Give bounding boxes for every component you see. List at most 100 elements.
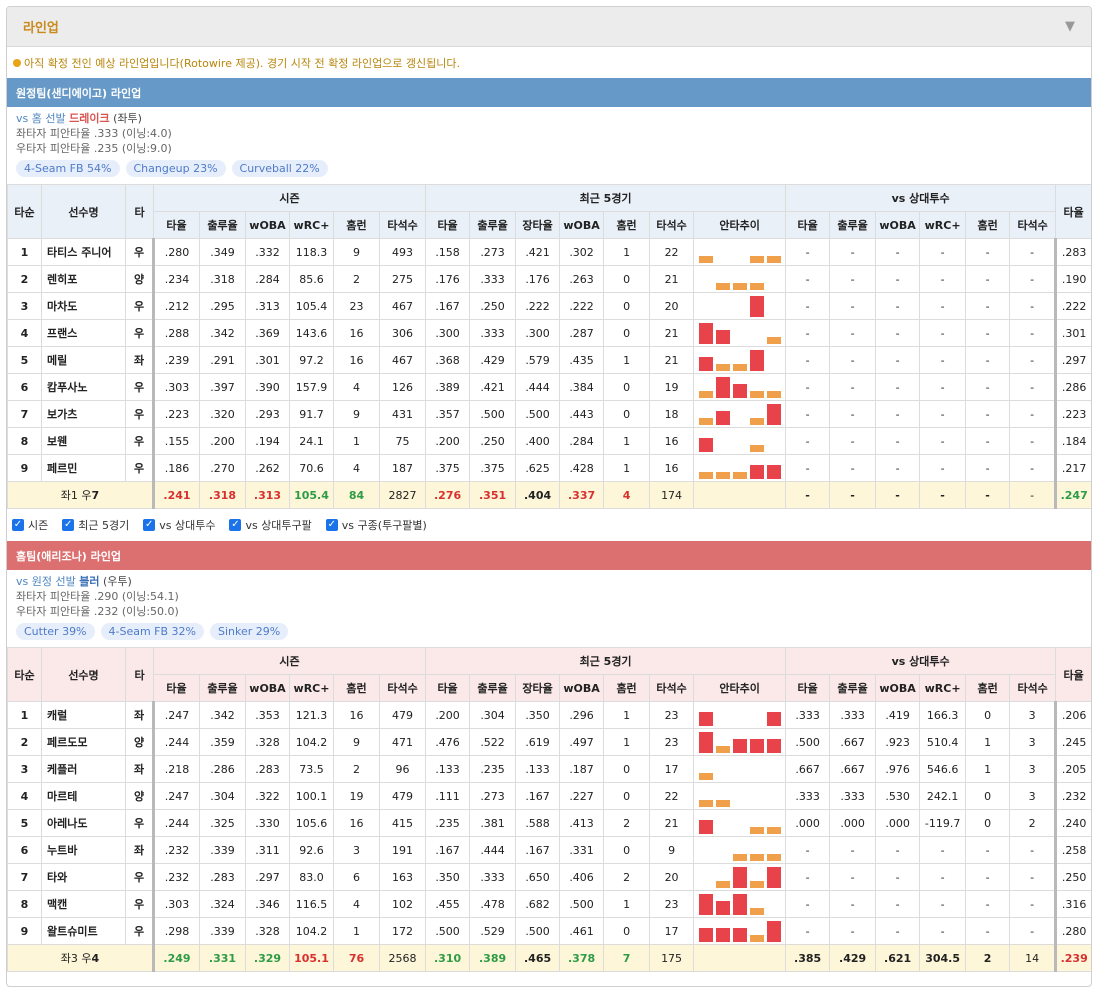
player-name[interactable]: 왈트슈미트: [41, 917, 126, 945]
table-row[interactable]: 6 누트바 좌 .232.339.311 92.6 3 191.167.444.167.33…: [7, 836, 1091, 864]
recent-stat: .158: [425, 238, 471, 266]
away-pitch-tag[interactable]: Curveball 22%: [231, 160, 328, 177]
col-vs-hr: 홈런: [965, 211, 1011, 239]
table-row[interactable]: 7 타와 우 .232.283.297 83.0 6 163.350.333.650.406…: [7, 863, 1091, 891]
filter-checkbox[interactable]: ✓ vs 구종(투구팔별): [325, 517, 427, 533]
season-stat: 91.7: [289, 400, 334, 428]
table-row[interactable]: 2 페르도모 양 .244.359.328 104.2 9 471.476.522.619.…: [7, 728, 1091, 756]
season-stat: .390: [245, 373, 290, 401]
table-row[interactable]: 3 마차도 우 .212.295.313 105.4 23 467.167.250.222.…: [7, 292, 1091, 320]
table-row[interactable]: 4 프랜스 우 .288.342.369 143.6 16 306.300.333.300.…: [7, 319, 1091, 347]
table-row[interactable]: 5 메릴 좌 .239.291.301 97.2 16 467.368.429.579.43…: [7, 346, 1091, 374]
vs-pitcher-stat: -: [965, 863, 1011, 891]
collapse-triangle-icon[interactable]: ▼: [1065, 19, 1075, 34]
home-pitcher-name[interactable]: 블러: [79, 575, 99, 588]
hit-trend-bar: [750, 739, 765, 753]
home-pitch-tag[interactable]: 4-Seam FB 32%: [100, 623, 205, 640]
recent-stat: .273: [469, 238, 517, 266]
hit-trend-bar: [699, 928, 714, 942]
player-name[interactable]: 누트바: [41, 836, 126, 864]
table-row[interactable]: 5 아레나도 우 .244.325.330 105.6 16 415.235.381.588…: [7, 809, 1091, 837]
player-name[interactable]: 페르민: [41, 454, 126, 482]
recent-stat: 1: [603, 427, 651, 455]
checkbox-checked-icon[interactable]: ✓: [62, 519, 75, 531]
col-recent-slg: 장타율: [515, 674, 561, 702]
table-row[interactable]: 8 보웬 우 .155.200.194 24.1 1 75.200.250.400.284 1…: [7, 427, 1091, 455]
player-name[interactable]: 맥캔: [41, 890, 126, 918]
recent-stat: .333: [469, 319, 517, 347]
player-name[interactable]: 타티스 주니어: [41, 238, 126, 266]
recent-stat: .222: [515, 292, 561, 320]
extra-avg: .258: [1054, 836, 1091, 864]
player-name[interactable]: 캐럴: [41, 701, 126, 729]
vs-pitcher-stat: .000: [785, 809, 831, 837]
player-name[interactable]: 마차도: [41, 292, 126, 320]
player-name[interactable]: 프랜스: [41, 319, 126, 347]
home-lhb-stat: 좌타자 피안타율 .290 (이닝:54.1): [16, 590, 179, 603]
season-stat: 431: [378, 400, 427, 428]
vs-pitcher-stat: 3: [1009, 782, 1057, 810]
col-recent-avg: 타율: [425, 674, 471, 702]
hit-trend-bar: [699, 773, 714, 780]
season-stat: .311: [245, 836, 290, 864]
player-name[interactable]: 마르테: [41, 782, 126, 810]
table-row[interactable]: 2 렌히포 양 .234.318.284 85.6 2 275.176.333.176.26…: [7, 265, 1091, 293]
table-row[interactable]: 9 페르민 우 .186.270.262 70.6 4 187.375.375.625.42…: [7, 454, 1091, 482]
player-name[interactable]: 캄푸사노: [41, 373, 126, 401]
table-row[interactable]: 6 캄푸사노 우 .303.397.390 157.9 4 126.389.421.444.…: [7, 373, 1091, 401]
player-name[interactable]: 페르도모: [41, 728, 126, 756]
total-season-stat: 105.1: [289, 944, 334, 972]
filter-checkbox[interactable]: ✓ 시즌: [12, 517, 48, 533]
season-stat: .247: [152, 701, 200, 729]
total-trend-cell: [693, 481, 787, 509]
season-stat: .270: [199, 454, 246, 482]
away-pitch-tag[interactable]: 4-Seam FB 54%: [16, 160, 120, 177]
table-row[interactable]: 7 보가츠 우 .223.320.293 91.7 9 431.357.500.500.44…: [7, 400, 1091, 428]
season-stat: .332: [245, 238, 290, 266]
table-row[interactable]: 8 맥캔 우 .303.324.346 116.5 4 102.455.478.682.50…: [7, 890, 1091, 918]
total-recent-stat: .389: [469, 944, 517, 972]
away-pitcher-name[interactable]: 드레이크: [69, 112, 109, 125]
filter-checkbox[interactable]: ✓ vs 상대투구팔: [229, 517, 312, 533]
season-stat: .291: [199, 346, 246, 374]
recent-stat: .619: [515, 728, 561, 756]
away-pitch-tag[interactable]: Changeup 23%: [125, 160, 226, 177]
table-row[interactable]: 1 캐럴 좌 .247.342.353 121.3 16 479.200.304.350.2…: [7, 701, 1091, 729]
player-name[interactable]: 렌히포: [41, 265, 126, 293]
table-row[interactable]: 3 케플러 좌 .218.286.283 73.5 2 96.133.235.133.187…: [7, 755, 1091, 783]
player-name[interactable]: 케플러: [41, 755, 126, 783]
hit-trend-bar: [750, 908, 765, 915]
checkbox-checked-icon[interactable]: ✓: [229, 519, 242, 531]
lineup-header[interactable]: 라인업 ▼: [7, 7, 1091, 47]
filter-checkbox[interactable]: ✓ vs 상대투수: [143, 517, 215, 533]
home-pitch-tag[interactable]: Cutter 39%: [16, 623, 95, 640]
player-name[interactable]: 보웬: [41, 427, 126, 455]
home-pitch-tag[interactable]: Sinker 29%: [210, 623, 289, 640]
hit-trend-bar: [716, 901, 731, 915]
player-name[interactable]: 아레나도: [41, 809, 126, 837]
batting-order: 4: [7, 319, 42, 347]
player-name[interactable]: 보가츠: [41, 400, 126, 428]
player-name[interactable]: 타와: [41, 863, 126, 891]
extra-avg: .206: [1054, 701, 1091, 729]
filter-checkbox[interactable]: ✓ 최근 5경기: [62, 517, 129, 533]
checkbox-checked-icon[interactable]: ✓: [12, 519, 24, 531]
table-row[interactable]: 1 타티스 주니어 우 .280.349.332 118.3 9 493.158.273.4…: [7, 238, 1091, 266]
vs-pitcher-stat: -: [965, 836, 1011, 864]
hit-trend-cell: [693, 319, 787, 347]
season-stat: .218: [152, 755, 200, 783]
table-row[interactable]: 9 왈트슈미트 우 .298.339.328 104.2 1 172.500.529.500…: [7, 917, 1091, 945]
hit-trend-bar: [767, 827, 782, 834]
hit-trend-bar: [733, 384, 748, 398]
col-recent-hr: 홈런: [603, 674, 651, 702]
player-name[interactable]: 메릴: [41, 346, 126, 374]
checkbox-checked-icon[interactable]: ✓: [143, 519, 156, 531]
col-vs-hr: 홈런: [965, 674, 1011, 702]
table-row[interactable]: 4 마르테 양 .247.304.322 100.1 19 479.111.273.167.…: [7, 782, 1091, 810]
recent-stat: .133: [425, 755, 471, 783]
season-stat: 2: [333, 755, 380, 783]
checkbox-checked-icon[interactable]: ✓: [325, 519, 338, 531]
vs-pitcher-stat: -: [829, 238, 877, 266]
group-season: 시즌: [152, 184, 427, 212]
hit-trend-chart: [699, 732, 782, 753]
